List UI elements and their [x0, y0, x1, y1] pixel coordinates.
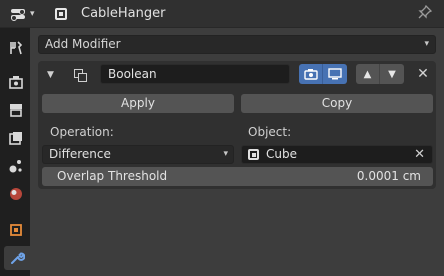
arrow-up-icon: ▲	[363, 68, 372, 80]
reorder-buttons: ▲ ▼	[356, 64, 404, 84]
operation-dropdown[interactable]: Difference ▾	[42, 145, 234, 164]
tab-render[interactable]	[4, 70, 28, 94]
view-layer-icon	[9, 132, 22, 145]
copy-button[interactable]: Copy	[241, 94, 433, 113]
boolean-modifier-panel: ▼ Boolean ▲ ▼ ✕ Apply Copy Operation: Ob…	[38, 61, 436, 189]
monitor-icon	[328, 68, 342, 80]
operation-value: Difference	[49, 147, 111, 161]
properties-tab-bar	[0, 28, 30, 276]
properties-header: ▾ CableHanger	[0, 0, 444, 28]
move-up-button[interactable]: ▲	[356, 64, 380, 84]
clear-icon[interactable]: ✕	[414, 146, 425, 163]
close-icon: ✕	[417, 66, 429, 82]
tab-modifiers[interactable]	[4, 246, 30, 270]
tab-output[interactable]	[4, 98, 28, 122]
tab-view-layer[interactable]	[4, 126, 28, 150]
tab-world[interactable]	[4, 182, 28, 206]
collapse-arrow-icon[interactable]: ▼	[47, 70, 54, 80]
world-icon	[10, 188, 22, 200]
chevron-down-icon: ▾	[424, 39, 429, 49]
modifier-name-field[interactable]: Boolean	[100, 64, 290, 84]
overlap-threshold-field[interactable]: Overlap Threshold 0.0001 cm	[42, 167, 433, 186]
chevron-down-icon: ▾	[30, 9, 35, 19]
tab-object[interactable]	[4, 218, 28, 242]
visibility-toggles	[299, 64, 347, 84]
overlap-threshold-label: Overlap Threshold	[57, 169, 168, 183]
viewport-toggle[interactable]	[323, 64, 347, 84]
apply-button[interactable]: Apply	[42, 94, 234, 113]
camera-icon	[303, 69, 318, 80]
tab-scene[interactable]	[4, 154, 28, 178]
arrow-down-icon: ▼	[388, 68, 396, 80]
properties-editor-icon	[9, 7, 27, 21]
add-modifier-dropdown[interactable]: Add Modifier ▾	[38, 35, 436, 54]
object-name: CableHanger	[81, 6, 166, 21]
object-label: Object:	[248, 125, 292, 139]
overlap-threshold-value: 0.0001 cm	[356, 169, 421, 183]
remove-modifier-button[interactable]: ✕	[414, 65, 432, 83]
move-down-button[interactable]: ▼	[380, 64, 404, 84]
modifier-wrench-icon	[11, 252, 25, 264]
boolean-modifier-icon	[74, 69, 88, 83]
pin-icon[interactable]	[417, 4, 433, 21]
object-icon	[55, 8, 67, 20]
output-icon	[10, 104, 22, 117]
mesh-object-icon	[248, 149, 259, 160]
object-value: Cube	[266, 147, 297, 161]
render-icon	[9, 76, 23, 89]
tool-icon	[10, 41, 23, 55]
operation-label: Operation:	[50, 125, 114, 139]
add-modifier-label: Add Modifier	[45, 37, 121, 51]
object-icon	[10, 224, 22, 236]
scene-icon	[9, 160, 22, 173]
object-field[interactable]: Cube ✕	[241, 145, 433, 164]
editor-type-menu[interactable]: ▾	[9, 5, 41, 23]
chevron-down-icon: ▾	[223, 149, 228, 159]
render-toggle[interactable]	[299, 64, 323, 84]
tab-tool[interactable]	[4, 36, 28, 60]
